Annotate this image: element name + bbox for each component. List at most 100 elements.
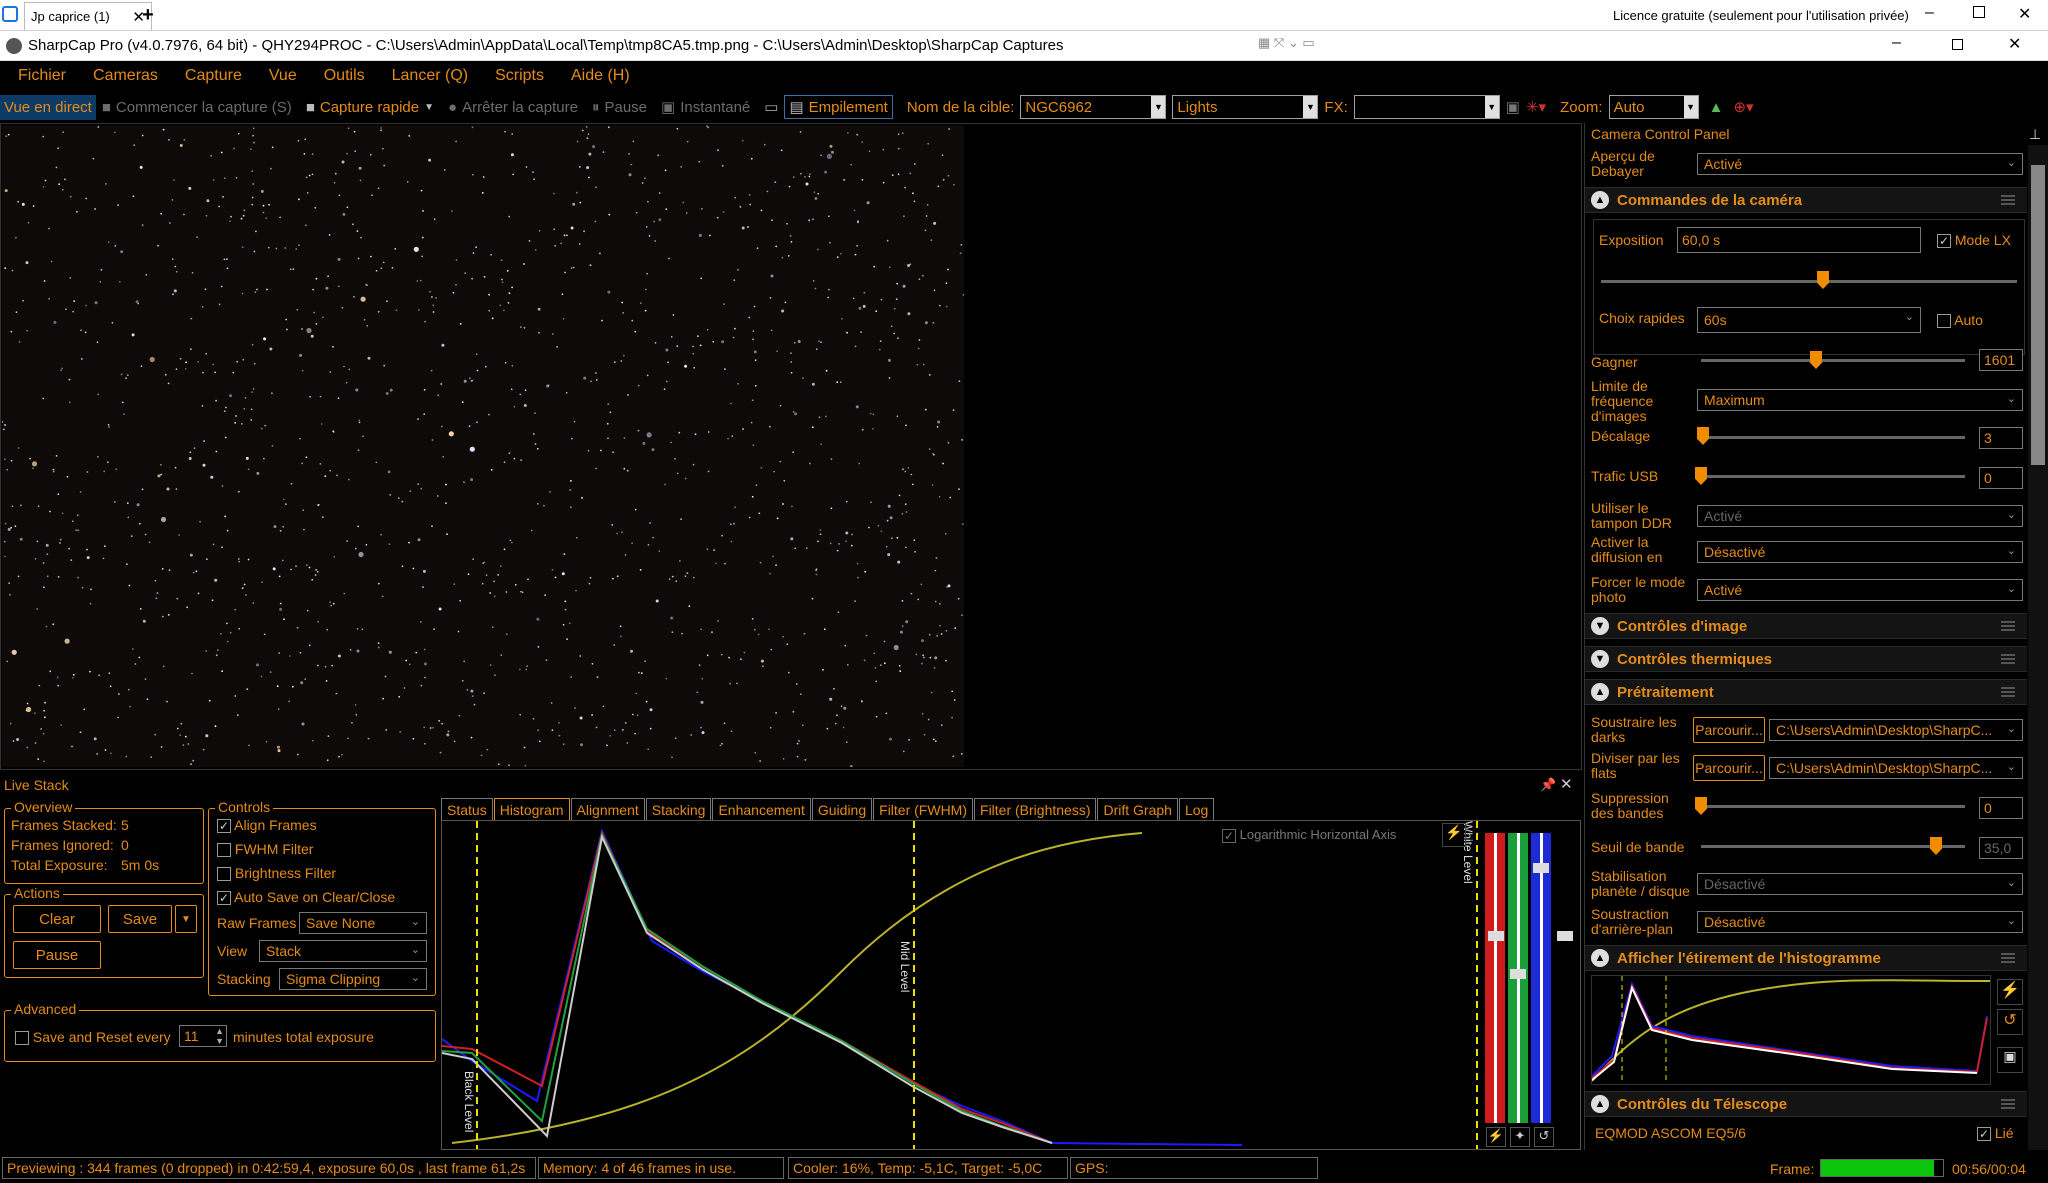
darks-path-select[interactable]: C:\Users\Admin\Desktop\SharpC... ⌄ bbox=[1769, 719, 2023, 741]
app-close-icon[interactable]: ✕ bbox=[2008, 34, 2021, 54]
fwhm-filter-checkbox[interactable] bbox=[217, 843, 231, 858]
linked-checkbox[interactable]: ✓ bbox=[1977, 1127, 1991, 1142]
banding-slider-thumb[interactable] bbox=[1695, 797, 1707, 815]
red-slider-thumb[interactable] bbox=[1488, 931, 1504, 941]
save-reset-option[interactable]: Save and Reset every bbox=[15, 1029, 171, 1046]
band-threshold-slider-thumb[interactable] bbox=[1930, 837, 1942, 855]
close-window-icon[interactable]: ✕ bbox=[2018, 4, 2031, 24]
banding-input[interactable]: 0 bbox=[1979, 797, 2023, 819]
gain-slider[interactable] bbox=[1701, 359, 1965, 362]
exposure-input[interactable]: 60,0 s bbox=[1677, 227, 1921, 253]
expand-icon[interactable]: ▼ bbox=[1591, 617, 1609, 635]
mini-histogram[interactable] bbox=[1591, 975, 1991, 1085]
star-icon[interactable]: ✦ bbox=[1510, 1127, 1530, 1147]
collapse-icon[interactable]: ▲ bbox=[1591, 191, 1609, 209]
target-name-input[interactable]: NGC6962 ▼ bbox=[1020, 95, 1167, 119]
menu-scripts[interactable]: Scripts bbox=[495, 67, 544, 85]
section-camera-controls[interactable]: ▲ Commandes de la caméra bbox=[1585, 187, 2027, 213]
auto-checkbox[interactable] bbox=[1937, 314, 1951, 329]
menu-icon[interactable] bbox=[2001, 953, 2015, 963]
linked-option[interactable]: ✓ Lié bbox=[1977, 1126, 2014, 1142]
menu-aide[interactable]: Aide (H) bbox=[571, 67, 630, 85]
menu-icon[interactable] bbox=[2001, 621, 2015, 631]
debayer-select[interactable]: Activé ⌄ bbox=[1697, 153, 2023, 175]
reset-icon[interactable]: ↺ bbox=[1534, 1127, 1554, 1147]
stacking-select[interactable]: Sigma Clipping ⌄ bbox=[279, 968, 427, 990]
offset-slider-thumb[interactable] bbox=[1697, 427, 1709, 445]
lx-mode-checkbox[interactable]: ✓ bbox=[1937, 234, 1951, 249]
tab-guiding[interactable]: Guiding bbox=[811, 798, 873, 820]
gain-input[interactable]: 1601 bbox=[1979, 349, 2023, 371]
tab-stacking[interactable]: Stacking bbox=[645, 798, 712, 820]
pin-icon[interactable]: 📌 bbox=[1540, 777, 1556, 793]
save-button[interactable]: Save bbox=[108, 905, 172, 933]
green-slider-thumb[interactable] bbox=[1510, 969, 1526, 979]
brightness-filter-checkbox[interactable] bbox=[217, 867, 231, 882]
record-icon[interactable]: ▣ bbox=[1506, 98, 1520, 116]
stack-button[interactable]: ▤ Empilement bbox=[784, 95, 893, 119]
browse-flats-button[interactable]: Parcourir... bbox=[1693, 755, 1765, 781]
display-icon[interactable]: ▭ bbox=[764, 98, 778, 116]
fps-select[interactable]: Maximum ⌄ bbox=[1697, 389, 2023, 411]
menu-vue[interactable]: Vue bbox=[269, 67, 297, 85]
menu-capture[interactable]: Capture bbox=[185, 67, 242, 85]
quick-pick-select[interactable]: 60s ⌄ bbox=[1697, 307, 1921, 333]
collapse-icon[interactable]: ▲ bbox=[1591, 1095, 1609, 1113]
blue-slider-thumb[interactable] bbox=[1533, 863, 1549, 873]
menu-cameras[interactable]: Cameras bbox=[93, 67, 158, 85]
histogram-icon[interactable]: ▲ bbox=[1709, 99, 1724, 116]
tab-histogram[interactable]: Histogram bbox=[493, 798, 570, 821]
flats-path-select[interactable]: C:\Users\Admin\Desktop\SharpC... ⌄ bbox=[1769, 757, 2023, 779]
zoom-tool-icon[interactable]: ⊕▾ bbox=[1733, 98, 1753, 116]
stepper-arrows-icon[interactable]: ▲ ▼ bbox=[215, 1026, 224, 1046]
crosshair-icon[interactable]: ✳▾ bbox=[1526, 98, 1546, 116]
tab-log[interactable]: Log bbox=[1178, 798, 1215, 820]
collapse-icon[interactable]: ▲ bbox=[1591, 683, 1609, 701]
band-threshold-slider[interactable] bbox=[1701, 845, 1965, 848]
fx-select[interactable]: ▼ bbox=[1353, 95, 1500, 119]
autosave-option[interactable]: ✓ Auto Save on Clear/Close bbox=[217, 889, 395, 906]
menu-icon[interactable] bbox=[2001, 195, 2015, 205]
menu-icon[interactable] bbox=[2001, 1099, 2015, 1109]
pin-icon[interactable]: ⊥ bbox=[2029, 127, 2041, 142]
app-minimize-icon[interactable]: – bbox=[1892, 34, 1901, 52]
offset-input[interactable]: 3 bbox=[1979, 427, 2023, 449]
histogram-panel[interactable]: Black Level Mid Level White Level ✓ Loga… bbox=[441, 820, 1581, 1150]
rdp-pin-icon[interactable]: ▦ ⤧ ⌄ ▭ bbox=[1258, 35, 1315, 51]
log-axis-option[interactable]: ✓ Logarithmic Horizontal Axis bbox=[1222, 827, 1396, 843]
exposure-slider[interactable] bbox=[1601, 280, 2017, 283]
offset-slider[interactable] bbox=[1701, 436, 1965, 439]
usb-input[interactable]: 0 bbox=[1979, 467, 2023, 489]
autosave-checkbox[interactable]: ✓ bbox=[217, 891, 231, 906]
new-tab-icon[interactable]: + bbox=[142, 4, 154, 27]
menu-lancer[interactable]: Lancer (Q) bbox=[392, 67, 468, 85]
raw-frames-select[interactable]: Save None ⌄ bbox=[299, 912, 427, 934]
tab-status[interactable]: Status bbox=[441, 798, 493, 820]
auto-stretch-icon[interactable]: ⚡ bbox=[1442, 823, 1466, 847]
view-select[interactable]: Stack ⌄ bbox=[259, 940, 427, 962]
live-view-button[interactable]: Vue en direct bbox=[0, 94, 96, 120]
expand-icon[interactable]: ▼ bbox=[1591, 650, 1609, 668]
browse-darks-button[interactable]: Parcourir... bbox=[1693, 717, 1765, 743]
align-frames-checkbox[interactable]: ✓ bbox=[217, 819, 231, 834]
section-thermal-controls[interactable]: ▼ Contrôles thermiques bbox=[1585, 646, 2027, 672]
stabilization-select[interactable]: Désactivé ⌄ bbox=[1697, 873, 2023, 895]
tab-filter-fwhm[interactable]: Filter (FWHM) bbox=[873, 798, 974, 820]
menu-icon[interactable] bbox=[2001, 687, 2015, 697]
usb-slider[interactable] bbox=[1701, 475, 1965, 478]
pause-button[interactable]: ⏸ Pause bbox=[592, 99, 647, 116]
maximize-icon[interactable] bbox=[1973, 6, 1985, 18]
align-frames-option[interactable]: ✓ Align Frames bbox=[217, 817, 317, 834]
log-axis-checkbox[interactable]: ✓ bbox=[1222, 828, 1236, 843]
save-reset-checkbox[interactable] bbox=[15, 1031, 29, 1046]
minimize-icon[interactable]: – bbox=[1925, 4, 1934, 22]
start-capture-button[interactable]: ■ Commencer la capture (S) bbox=[102, 99, 292, 116]
background-select[interactable]: Désactivé ⌄ bbox=[1697, 911, 2023, 933]
frame-type-select[interactable]: Lights ▼ bbox=[1172, 95, 1319, 119]
stream-select[interactable]: Désactivé ⌄ bbox=[1697, 541, 2023, 563]
fwhm-filter-option[interactable]: FWHM Filter bbox=[217, 841, 313, 858]
tab-alignment[interactable]: Alignment bbox=[570, 798, 645, 820]
ddr-select[interactable]: Activé ⌄ bbox=[1697, 505, 2023, 527]
collapse-icon[interactable]: ▲ bbox=[1591, 949, 1609, 967]
menu-icon[interactable] bbox=[2001, 654, 2015, 664]
